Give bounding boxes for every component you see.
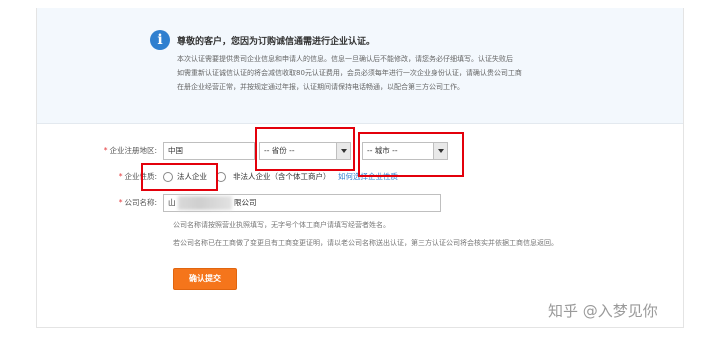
notice-line: 在册企业经营正常，并按规定通过年报，认证期间请保持电话畅通，以配合第三方公司工作… [177,83,464,91]
highlight-province [255,127,355,171]
company-name-suffix: 限公司 [234,198,257,207]
company-name-prefix: 山 [168,198,176,207]
required-star: * [103,146,108,155]
certification-panel: i 尊敬的客户，您因为订购诚信通需进行企业认证。 本次认证需要提供贵司企业信息和… [36,8,684,328]
watermark: 知乎 @入梦见你 [548,302,658,320]
notice-line: 本次认证需要提供贵司企业信息和申请人的信息。信息一旦确认后不能修改，请您务必仔细… [177,55,513,63]
notice-title: 尊敬的客户，您因为订购诚信通需进行企业认证。 [177,37,376,47]
page: i 尊敬的客户，您因为订购诚信通需进行企业认证。 本次认证需要提供贵司企业信息和… [0,0,720,340]
country-input[interactable]: 中国 [163,142,255,160]
highlight-legal-enterprise [141,163,218,191]
submit-button[interactable]: 确认提交 [173,268,237,290]
redacted-text [178,196,232,210]
required-star: * [118,172,123,181]
company-name-input[interactable]: 山 限公司 [163,194,441,212]
company-label: * 公司名称: [118,198,157,207]
notice-line: 如需重新认证诚信认证的将会减信收取80元认证费用，会员必须每年进行一次企业身份认… [177,69,522,77]
company-hint-1: 公司名称请按照营业执照填写，无字号个体工商户请填写经营者姓名。 [173,221,390,229]
info-icon: i [150,30,170,50]
company-hint-2: 若公司名称已在工商做了变更且有工商变更证明，请以老公司名称送出认证，第三方认证公… [173,239,558,247]
notice-box: i 尊敬的客户，您因为订购诚信通需进行企业认证。 本次认证需要提供贵司企业信息和… [37,8,683,124]
required-star: * [118,198,123,207]
notice-body: 本次认证需要提供贵司企业信息和申请人的信息。信息一旦确认后不能修改，请您务必仔细… [177,52,617,94]
region-label: * 企业注册地区: [103,146,157,155]
highlight-city [358,132,464,177]
